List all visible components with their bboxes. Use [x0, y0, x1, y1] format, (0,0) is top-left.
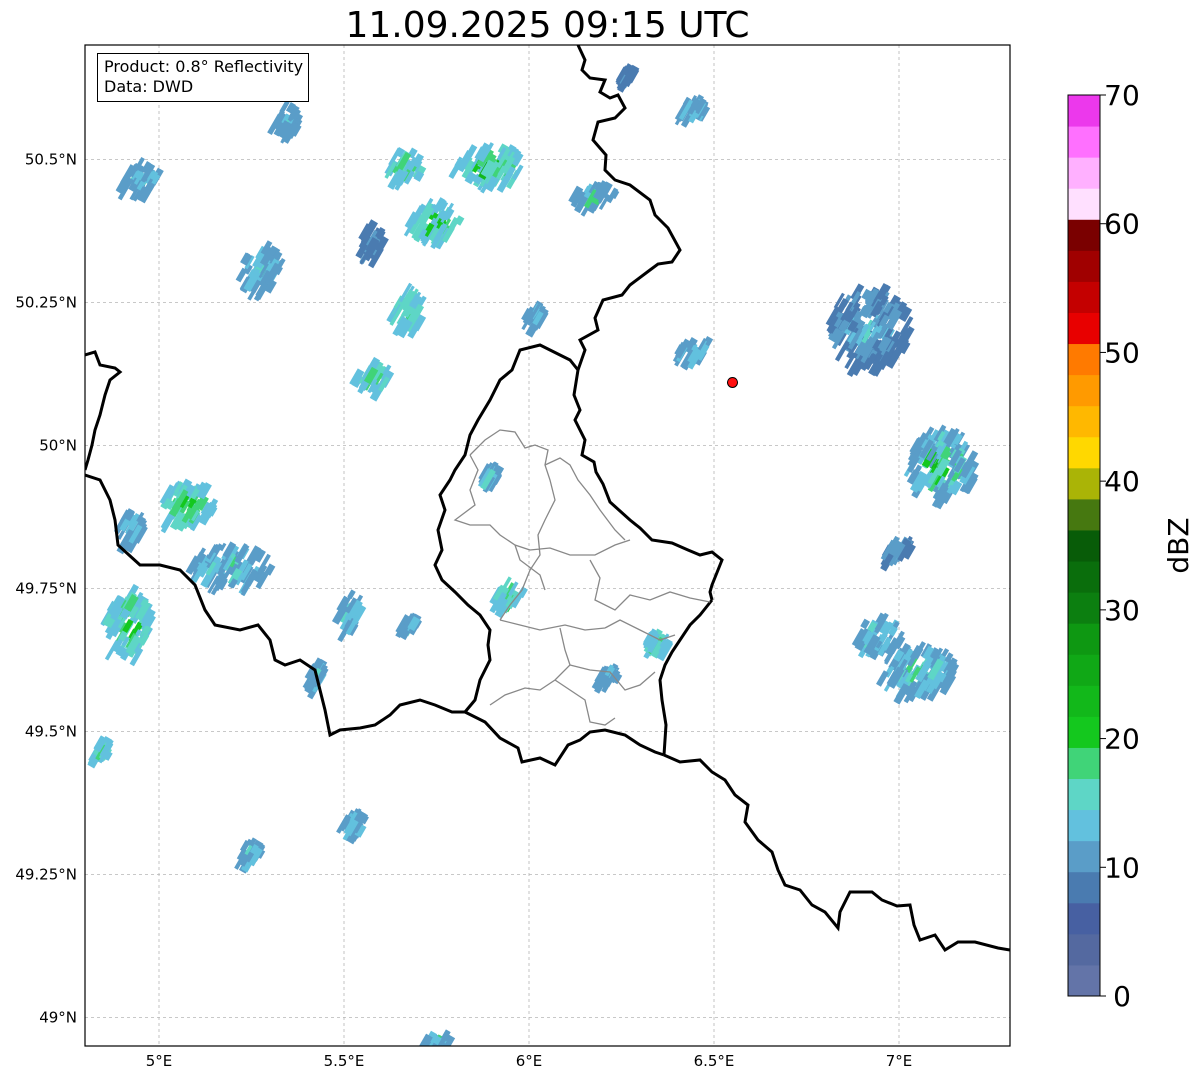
colorbar-tick-label: 0: [1113, 980, 1131, 1013]
colorbar-swatch: [1068, 561, 1100, 593]
lat-tick-label: 49°N: [39, 1008, 77, 1026]
lat-tick-label: 50°N: [39, 436, 77, 454]
product-label: Product: 0.8° Reflectivity: [104, 57, 304, 76]
location-marker-layer: [727, 376, 738, 388]
colorbar-swatch: [1068, 654, 1100, 686]
colorbar-tick-label: 40: [1104, 465, 1140, 498]
lat-tick-label: 49.5°N: [25, 722, 77, 740]
colorbar-swatch: [1068, 188, 1100, 220]
lon-tick-label: 7°E: [886, 1052, 913, 1070]
colorbar-swatch: [1068, 592, 1100, 624]
location-marker: [727, 376, 738, 388]
colorbar-swatch: [1068, 157, 1100, 189]
colorbar-swatch: [1068, 467, 1100, 500]
colorbar-swatch: [1068, 374, 1100, 407]
colorbar-swatch: [1068, 436, 1100, 469]
lon-tick-label: 5.5°E: [324, 1052, 365, 1070]
colorbar-swatch: [1068, 405, 1100, 438]
colorbar-swatch: [1068, 95, 1100, 127]
colorbar: 0 10 20 30 40 50 60 70 dBZ: [1067, 79, 1195, 1013]
colorbar-swatch: [1068, 871, 1100, 904]
colorbar-swatch: [1068, 933, 1100, 966]
colorbar-tick-label: 10: [1104, 851, 1140, 884]
colorbar-swatch: [1068, 343, 1100, 376]
lat-tick-label: 50.5°N: [25, 150, 77, 168]
colorbar-swatch: [1068, 778, 1100, 811]
colorbar-tick-label: 30: [1104, 594, 1140, 627]
colorbar-swatch: [1068, 126, 1100, 158]
colorbar-swatch: [1068, 747, 1100, 780]
colorbar-tick-label: 70: [1104, 79, 1140, 112]
info-box: Product: 0.8° Reflectivity Data: DWD: [97, 53, 310, 102]
colorbar-swatch: [1068, 623, 1100, 655]
lat-tick-label: 49.25°N: [15, 865, 77, 883]
lat-tick-label: 49.75°N: [15, 579, 77, 597]
lon-tick-label: 5°E: [146, 1052, 173, 1070]
colorbar-tick-label: 50: [1104, 336, 1140, 369]
data-source-label: Data: DWD: [104, 77, 194, 96]
lat-tick-label: 50.25°N: [15, 293, 77, 311]
colorbar-swatch: [1068, 809, 1100, 842]
colorbar-tick-label: 60: [1104, 208, 1140, 241]
colorbar-tick-label: 20: [1104, 723, 1140, 756]
colorbar-swatch: [1068, 902, 1100, 935]
colorbar-swatch: [1068, 281, 1100, 313]
radar-map: 5°E 5.5°E 6°E 6.5°E 7°E 50.5°N 50.25°N 50°N 49.7…: [15, 44, 1195, 1070]
colorbar-swatch: [1068, 685, 1100, 717]
colorbar-swatch: [1068, 964, 1100, 997]
colorbar-swatch: [1068, 219, 1100, 251]
colorbar-swatch: [1068, 840, 1100, 873]
colorbar-swatch: [1068, 250, 1100, 282]
colorbar-swatch: [1068, 529, 1100, 562]
lon-tick-label: 6°E: [516, 1052, 543, 1070]
colorbar-label: dBZ: [1162, 517, 1195, 573]
colorbar-swatch: [1068, 498, 1100, 531]
colorbar-swatch: [1068, 716, 1100, 748]
colorbar-swatch: [1068, 312, 1100, 345]
lon-tick-label: 6.5°E: [694, 1052, 735, 1070]
